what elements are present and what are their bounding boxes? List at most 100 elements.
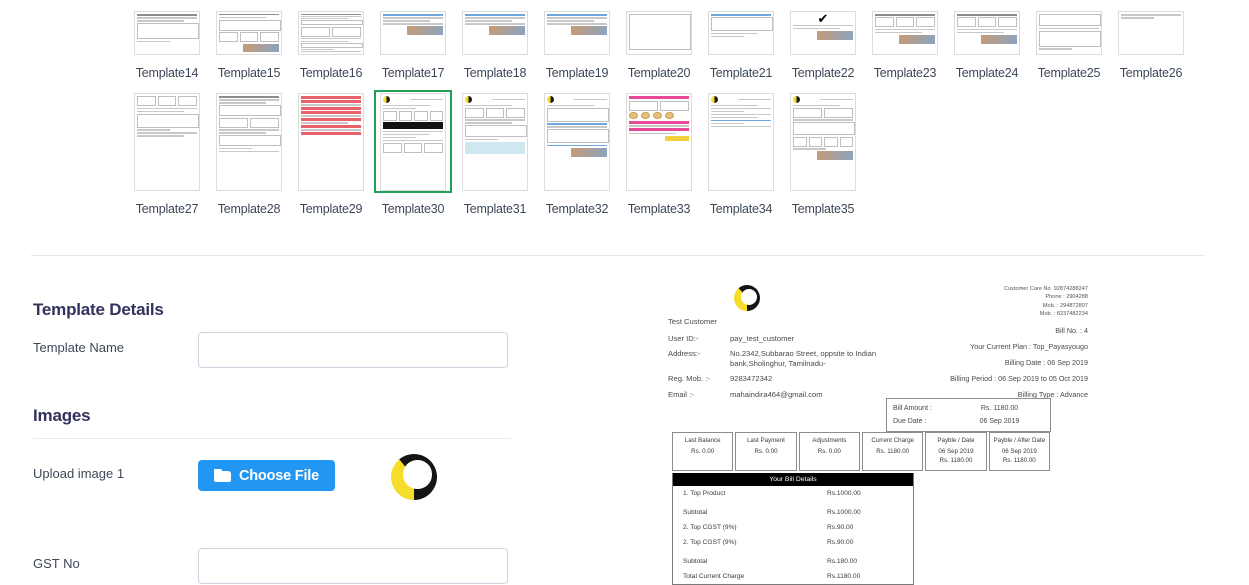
template-card-template22[interactable]: ✔ Template22 (782, 9, 864, 80)
choose-file-label: Choose File (239, 467, 319, 484)
template-thumbnail[interactable] (128, 90, 206, 193)
template-thumbnail-art (544, 93, 610, 191)
template-thumbnail[interactable]: ✔ (784, 9, 862, 57)
template-card-template32[interactable]: Template32 (536, 90, 618, 216)
balance-summary-table: Last Balance Rs. 0.00 Last Payment Rs. 0.00… (672, 432, 1050, 471)
template-card-template30[interactable]: Template30 (372, 90, 454, 216)
template-card-template27[interactable]: Template27 (126, 90, 208, 216)
template-thumbnail[interactable] (702, 90, 780, 193)
bill-detail-name: 2. Top CGST (9%) (683, 539, 737, 546)
invoice-customer-block: Test Customer User ID:- pay_test_customer… (668, 285, 896, 406)
template-card-template24[interactable]: Template24 (946, 9, 1028, 80)
template-thumbnail[interactable] (538, 9, 616, 57)
template-thumbnail-art (954, 11, 1020, 55)
template-thumbnail-art (298, 11, 364, 55)
invoice-meta-block: Customer Care No. 92874288247 Phone : 290… (896, 285, 1088, 406)
template-card-label: Template31 (463, 202, 527, 216)
template-thumbnail[interactable] (538, 90, 616, 193)
template-card-label: Template23 (873, 66, 937, 80)
template-card-template15[interactable]: Template15 (208, 9, 290, 80)
bill-detail-name: Subtotal (683, 558, 708, 565)
template-card-label: Template21 (709, 66, 773, 80)
template-thumbnail-art (708, 93, 774, 191)
template-name-input[interactable] (198, 332, 508, 368)
template-name-label: Template Name (33, 340, 125, 355)
bill-amount-row: Bill Amount : Rs. 1180.00 (893, 402, 1044, 415)
template-thumbnail[interactable] (456, 90, 534, 193)
template-thumbnail[interactable] (374, 9, 452, 57)
balance-cell: Last Balance Rs. 0.00 (672, 432, 734, 471)
template-card-template17[interactable]: Template17 (372, 9, 454, 80)
template-card-template25[interactable]: Template25 (1028, 9, 1110, 80)
template-card-template16[interactable]: Template16 (290, 9, 372, 80)
template-thumbnail[interactable] (1030, 9, 1108, 57)
template-card-template26[interactable]: Template26 (1110, 9, 1192, 80)
template-gallery: Template14 Template15 Template16 Template17… (0, 0, 1249, 216)
upload-image-label: Upload image 1 (33, 466, 125, 481)
balance-cell: Adjustments Rs. 0.00 (798, 432, 860, 471)
template-thumbnail-art (1036, 11, 1102, 55)
template-thumbnail-art (134, 93, 200, 191)
template-card-label: Template17 (381, 66, 445, 80)
gst-no-input[interactable] (198, 548, 508, 584)
template-card-label: Template16 (299, 66, 363, 80)
template-card-template21[interactable]: Template21 (700, 9, 782, 80)
balance-cell: Payble / After Date 06 Sep 2019 Rs. 1180.0… (988, 432, 1050, 471)
template-card-template29[interactable]: Template29 (290, 90, 372, 216)
template-card-template19[interactable]: Template19 (536, 9, 618, 80)
template-card-template23[interactable]: Template23 (864, 9, 946, 80)
template-card-label: Template14 (135, 66, 199, 80)
bill-amount-key: Bill Amount : (893, 405, 932, 412)
template-card-template34[interactable]: Template34 (700, 90, 782, 216)
balance-cell-value: Rs. 0.00 (754, 448, 778, 455)
template-card-label: Template22 (791, 66, 855, 80)
template-thumbnail[interactable] (948, 9, 1026, 57)
template-thumbnail[interactable] (128, 9, 206, 57)
template-thumbnail[interactable] (784, 90, 862, 193)
balance-cell-title: Current Charge (871, 437, 914, 444)
template-thumbnail-art (626, 93, 692, 191)
template-thumbnail[interactable] (702, 9, 780, 57)
bill-amount-key: Due Date : (893, 418, 927, 425)
template-thumbnail[interactable] (866, 9, 944, 57)
template-thumbnail-selected[interactable] (374, 90, 452, 193)
bill-detail-row: 2. Top CGST (9%) Rs.90.00 (673, 520, 913, 535)
template-card-template35[interactable]: Template35 (782, 90, 864, 216)
template-thumbnail[interactable] (210, 9, 288, 57)
template-thumbnail-art (216, 11, 282, 55)
template-card-label: Template27 (135, 202, 199, 216)
template-thumbnail[interactable] (210, 90, 288, 193)
template-thumbnail[interactable] (292, 9, 370, 57)
template-card-template18[interactable]: Template18 (454, 9, 536, 80)
template-gallery-row-1: Template14 Template15 Template16 Template17… (0, 0, 1249, 80)
template-card-label: Template32 (545, 202, 609, 216)
template-card-template33[interactable]: Template33 (618, 90, 700, 216)
template-card-label: Template26 (1119, 66, 1183, 80)
template-thumbnail[interactable] (292, 90, 370, 193)
template-card-label: Template18 (463, 66, 527, 80)
template-thumbnail[interactable] (620, 9, 698, 57)
template-card-template31[interactable]: Template31 (454, 90, 536, 216)
template-card-template14[interactable]: Template14 (126, 9, 208, 80)
template-card-label: Template19 (545, 66, 609, 80)
balance-cell-value: Rs. 0.00 (691, 448, 715, 455)
template-thumbnail[interactable] (620, 90, 698, 193)
template-thumbnail-art (872, 11, 938, 55)
bill-detail-name: Total Current Charge (683, 573, 745, 580)
bill-detail-amount: Rs.1000.00 (827, 490, 861, 497)
template-card-label: Template34 (709, 202, 773, 216)
invoice-field-key: Reg. Mob. :- (668, 374, 710, 384)
template-card-template20[interactable]: Template20 (618, 9, 700, 80)
balance-cell-value: Rs. 1180.00 (876, 448, 910, 455)
template-thumbnail[interactable] (456, 9, 534, 57)
template-gallery-row-2: Template27 Template28 Template29 Template30… (0, 80, 1249, 216)
invoice-field-value: No.2342,Subbarao Street, oppsite to Indi… (730, 349, 877, 368)
invoice-field-value: pay_test_customer (730, 334, 795, 343)
invoice-meta-line: Billing Date : 06 Sep 2019 (1004, 357, 1088, 367)
choose-file-button[interactable]: Choose File (198, 460, 335, 491)
template-thumbnail[interactable] (1112, 9, 1190, 57)
bill-amount-value: Rs. 1180.00 (980, 405, 1019, 412)
template-card-template28[interactable]: Template28 (208, 90, 290, 216)
invoice-field-key: Email :- (668, 389, 694, 399)
bill-detail-amount: Rs.180.00 (827, 558, 858, 565)
